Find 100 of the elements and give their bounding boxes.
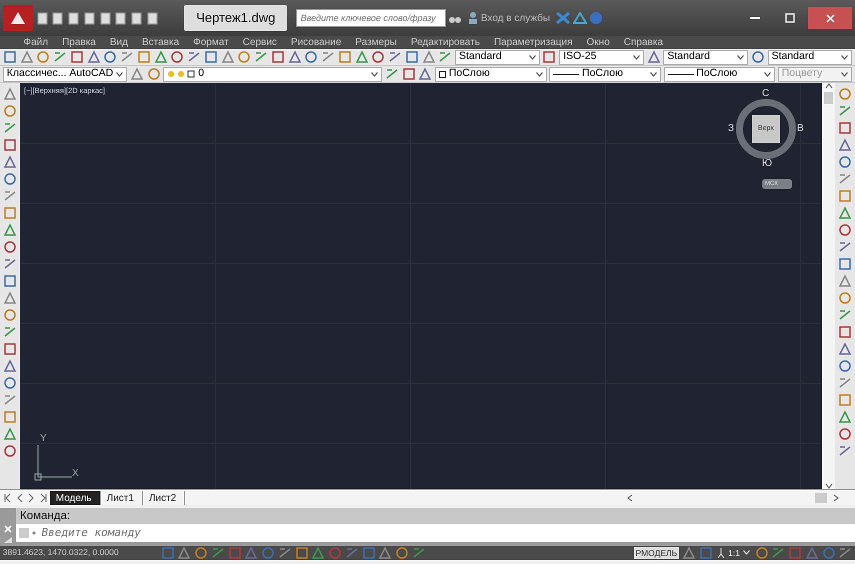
tool-icon[interactable] xyxy=(338,50,352,64)
tool-icon[interactable] xyxy=(261,546,275,560)
menu-item[interactable]: Вставка xyxy=(134,36,186,49)
nav-arrow-icon[interactable] xyxy=(2,492,12,502)
tool-icon[interactable] xyxy=(311,546,326,560)
scroll-thumb[interactable] xyxy=(824,92,833,104)
tool-icon[interactable] xyxy=(3,393,17,407)
tool-icon[interactable] xyxy=(36,50,50,64)
style-dropdown[interactable]: Standard xyxy=(768,50,852,64)
tool-icon[interactable] xyxy=(838,546,852,560)
tool-icon[interactable] xyxy=(822,546,836,560)
tool-icon[interactable] xyxy=(3,342,17,356)
tool-icon[interactable] xyxy=(328,546,342,560)
workspace-dropdown[interactable]: Классичес... AutoCAD xyxy=(2,66,128,82)
tool-icon[interactable] xyxy=(344,546,359,560)
tool-icon[interactable] xyxy=(244,546,258,560)
tool-icon[interactable] xyxy=(278,546,292,560)
menu-item[interactable]: Формат xyxy=(186,36,236,49)
tool-icon[interactable] xyxy=(838,138,852,152)
tool-icon[interactable] xyxy=(754,546,768,560)
tool-icon[interactable] xyxy=(750,50,765,64)
tool-icon[interactable] xyxy=(3,410,17,424)
tool-icon[interactable] xyxy=(3,240,17,254)
tool-icon[interactable] xyxy=(3,274,17,288)
tool-icon[interactable] xyxy=(838,87,852,101)
menu-item[interactable]: Рисование xyxy=(284,36,348,49)
tool-icon[interactable] xyxy=(838,393,852,407)
tool-icon[interactable] xyxy=(194,546,208,560)
menu-item[interactable]: Файл xyxy=(16,36,56,49)
tool-icon[interactable] xyxy=(3,121,17,135)
tool-icon[interactable] xyxy=(838,410,852,424)
tool-icon[interactable] xyxy=(362,546,376,560)
tool-icon[interactable] xyxy=(288,50,302,64)
search-field[interactable]: Введите ключевое слово/фразу xyxy=(296,9,446,27)
tool-icon[interactable] xyxy=(378,546,392,560)
menu-item[interactable]: Справка xyxy=(616,36,670,49)
tool-icon[interactable] xyxy=(698,546,713,560)
tool-icon[interactable] xyxy=(838,308,852,322)
menu-item[interactable]: Окно xyxy=(580,36,617,49)
property-dropdown[interactable]: ПоСлою xyxy=(435,66,547,82)
tool-icon[interactable] xyxy=(136,50,151,64)
chevron-left-icon[interactable] xyxy=(627,494,634,502)
sign-in-button[interactable]: Вход в службы xyxy=(465,10,554,26)
menu-item[interactable]: Вид xyxy=(102,36,135,49)
property-dropdown[interactable]: ПоСлою xyxy=(664,66,775,82)
tool-icon[interactable] xyxy=(86,50,100,64)
chevron-up-icon[interactable] xyxy=(824,83,832,89)
menu-item[interactable]: Правка xyxy=(55,36,103,49)
tool-icon[interactable] xyxy=(204,50,218,64)
tool-icon[interactable] xyxy=(646,50,661,64)
tool-icon[interactable] xyxy=(170,50,184,64)
tool-icon[interactable] xyxy=(3,223,17,237)
tool-icon[interactable] xyxy=(160,546,174,560)
tool-icon[interactable] xyxy=(210,546,225,560)
tool-icon[interactable] xyxy=(3,155,17,169)
tool-icon[interactable] xyxy=(2,50,17,64)
tool-icon[interactable] xyxy=(154,50,168,64)
tool-icon[interactable] xyxy=(838,444,852,458)
tool-icon[interactable] xyxy=(788,546,802,560)
layout-tab[interactable]: Модель xyxy=(50,490,101,504)
tool-icon[interactable] xyxy=(838,359,852,373)
property-dropdown[interactable]: ПоСлою xyxy=(549,66,661,82)
tool-icon[interactable] xyxy=(3,444,17,458)
tool-icon[interactable] xyxy=(838,240,852,254)
tool-icon[interactable] xyxy=(130,67,144,81)
tool-icon[interactable] xyxy=(438,50,452,64)
triangle-icon[interactable] xyxy=(572,12,587,24)
tool-icon[interactable] xyxy=(838,325,852,339)
application-button[interactable] xyxy=(2,5,33,31)
tool-icon[interactable] xyxy=(771,546,786,560)
tool-icon[interactable] xyxy=(3,206,17,220)
tool-icon[interactable] xyxy=(838,223,852,237)
menu-item[interactable]: Размеры xyxy=(348,36,404,49)
tool-icon[interactable] xyxy=(3,172,17,186)
tool-icon[interactable] xyxy=(294,546,308,560)
tool-icon[interactable] xyxy=(3,291,17,305)
scroll-thumb[interactable] xyxy=(815,492,827,502)
tool-icon[interactable] xyxy=(371,50,386,64)
tool-icon[interactable] xyxy=(3,87,17,101)
tool-icon[interactable] xyxy=(120,50,134,64)
tool-icon[interactable] xyxy=(542,50,556,64)
layer-dropdown[interactable]: 0 xyxy=(163,66,382,82)
tool-icon[interactable] xyxy=(220,50,234,64)
tool-icon[interactable] xyxy=(177,546,192,560)
tool-icon[interactable] xyxy=(103,50,118,64)
tool-icon[interactable] xyxy=(3,427,17,441)
tool-icon[interactable] xyxy=(838,121,852,135)
tool-icon[interactable] xyxy=(404,50,419,64)
tool-icon[interactable] xyxy=(70,50,84,64)
chevron-right-icon[interactable] xyxy=(832,494,838,502)
tool-icon[interactable] xyxy=(3,376,17,390)
model-space-button[interactable]: РМОДЕЛЬ xyxy=(634,546,680,559)
style-dropdown[interactable]: ISO-25 xyxy=(559,50,644,64)
tool-icon[interactable] xyxy=(3,104,17,118)
tool-icon[interactable] xyxy=(3,189,17,203)
tool-icon[interactable] xyxy=(321,50,335,64)
tool-icon[interactable] xyxy=(395,546,409,560)
tool-icon[interactable] xyxy=(3,308,17,322)
tool-icon[interactable] xyxy=(838,257,852,271)
tool-icon[interactable] xyxy=(53,50,67,64)
